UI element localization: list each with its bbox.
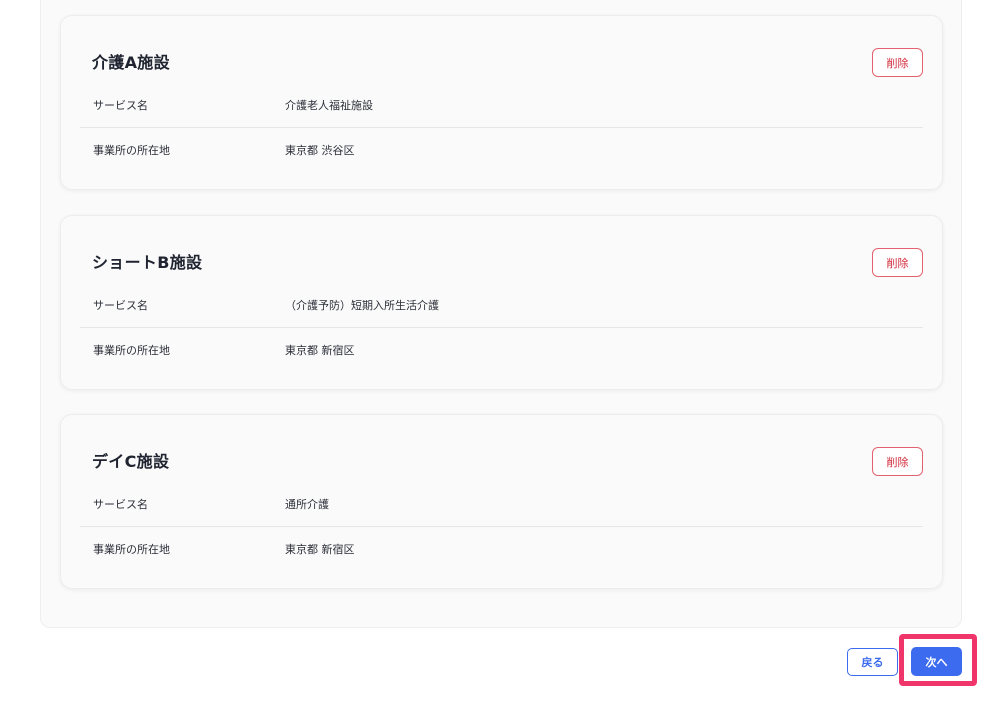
delete-button[interactable]: 削除 [872, 447, 923, 476]
service-label: サービス名 [93, 498, 148, 511]
location-row: 事業所の所在地 東京都 渋谷区 [80, 128, 923, 172]
facility-card: デイC施設 削除 サービス名 通所介護 事業所の所在地 東京都 新宿区 [60, 414, 943, 589]
facility-title: デイC施設 [92, 452, 170, 471]
location-value: 東京都 新宿区 [285, 543, 355, 556]
service-value: 介護老人福祉施設 [285, 99, 373, 112]
location-row: 事業所の所在地 東京都 新宿区 [80, 328, 923, 372]
facility-card: 介護A施設 削除 サービス名 介護老人福祉施設 事業所の所在地 東京都 渋谷区 [60, 15, 943, 190]
service-row: サービス名 通所介護 [80, 482, 923, 527]
service-row: サービス名 介護老人福祉施設 [80, 83, 923, 128]
location-row: 事業所の所在地 東京都 新宿区 [80, 527, 923, 571]
service-row: サービス名 （介護予防）短期入所生活介護 [80, 283, 923, 328]
service-label: サービス名 [93, 299, 148, 312]
location-label: 事業所の所在地 [93, 344, 170, 357]
location-label: 事業所の所在地 [93, 144, 170, 157]
location-value: 東京都 渋谷区 [285, 144, 355, 157]
facility-card: ショートB施設 削除 サービス名 （介護予防）短期入所生活介護 事業所の所在地 … [60, 215, 943, 390]
back-button[interactable]: 戻る [847, 648, 898, 676]
delete-button[interactable]: 削除 [872, 48, 923, 77]
facility-title: 介護A施設 [92, 53, 170, 72]
facility-title: ショートB施設 [92, 253, 203, 272]
service-value: 通所介護 [285, 498, 329, 511]
service-label: サービス名 [93, 99, 148, 112]
next-button[interactable]: 次へ [911, 647, 962, 676]
location-value: 東京都 新宿区 [285, 344, 355, 357]
location-label: 事業所の所在地 [93, 543, 170, 556]
delete-button[interactable]: 削除 [872, 248, 923, 277]
service-value: （介護予防）短期入所生活介護 [285, 299, 439, 312]
